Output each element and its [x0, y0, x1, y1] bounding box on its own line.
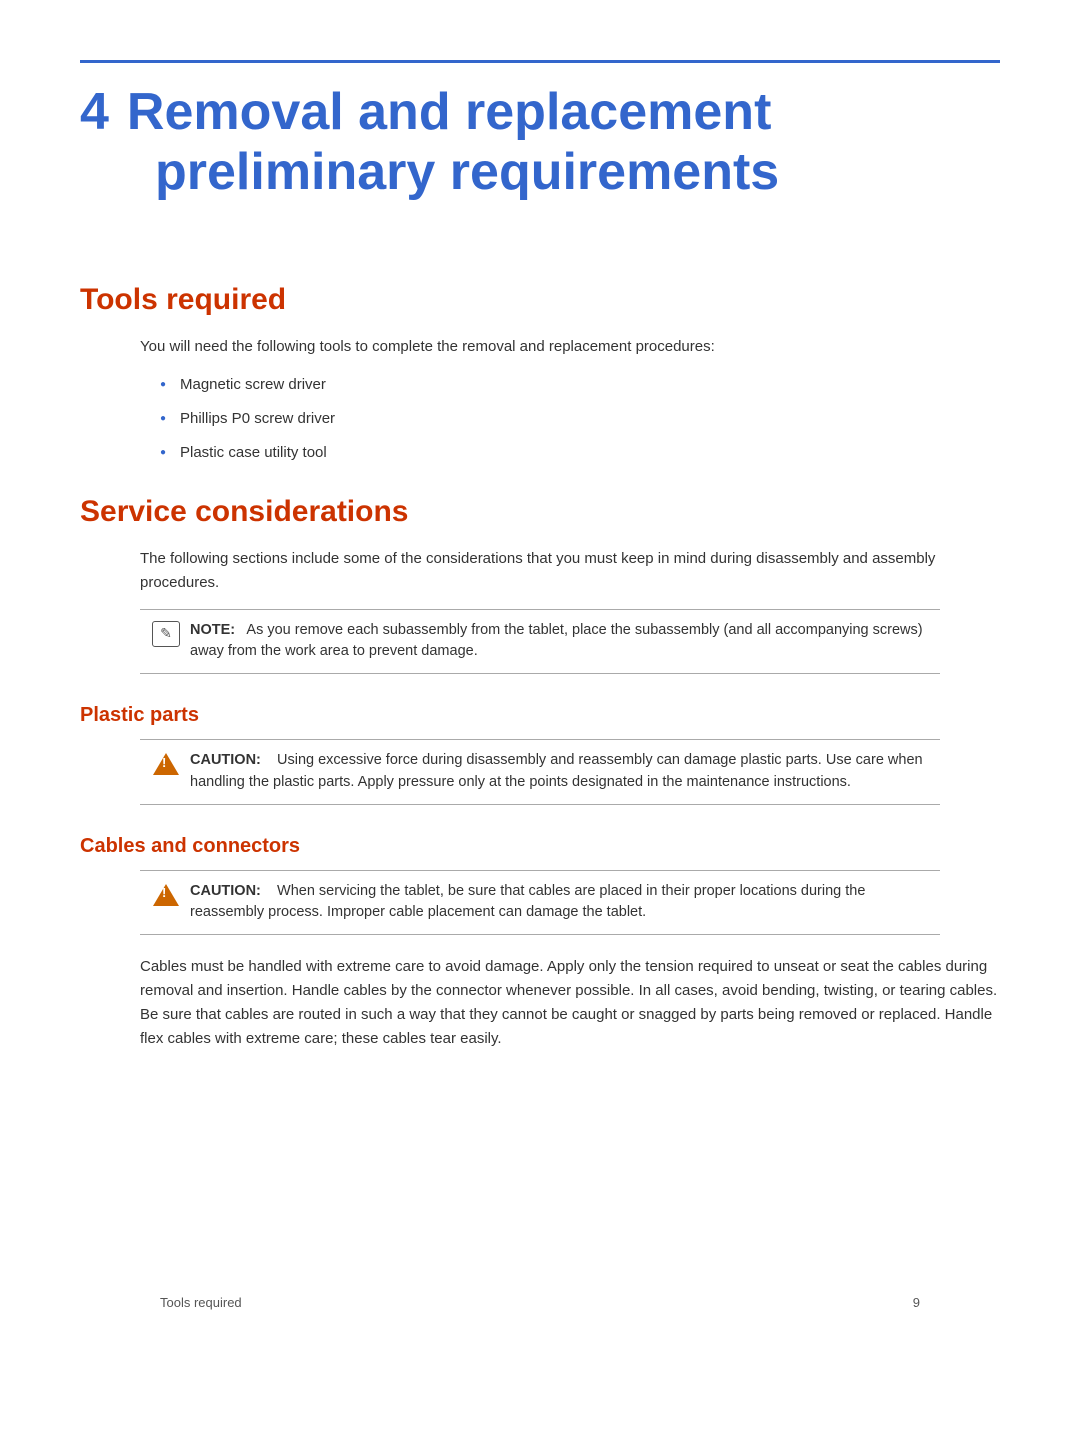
caution-triangle-icon-2 — [153, 884, 179, 906]
note-text: As you remove each subassembly from the … — [190, 622, 923, 660]
caution-text: Using excessive force during disassembly… — [190, 752, 923, 790]
caution-content: CAUTION: Using excessive force during di… — [190, 750, 928, 794]
tools-required-section: Tools required You will need the followi… — [80, 283, 1000, 465]
chapter-heading: 4Removal and replacement preliminary req… — [80, 83, 1000, 203]
footer-left: Tools required — [160, 1295, 242, 1310]
list-item: Magnetic screw driver — [160, 373, 1000, 397]
service-considerations-intro: The following sections include some of t… — [140, 547, 1000, 595]
caution-icon-2 — [152, 882, 180, 908]
cables-caution-label: CAUTION: — [190, 883, 261, 899]
plastic-parts-heading: Plastic parts — [80, 704, 1000, 727]
cables-caution-box: CAUTION: When servicing the tablet, be s… — [140, 870, 940, 936]
page-number: 9 — [913, 1295, 920, 1310]
plastic-parts-section: Plastic parts CAUTION: Using excessive f… — [80, 704, 1000, 805]
top-rule — [80, 60, 1000, 63]
cables-body-text: Cables must be handled with extreme care… — [140, 955, 1000, 1051]
tools-required-heading: Tools required — [80, 283, 1000, 317]
note-label: NOTE: — [190, 622, 235, 638]
note-content: NOTE: As you remove each subassembly fro… — [190, 620, 928, 664]
service-considerations-heading: Service considerations — [80, 495, 1000, 529]
plastic-parts-caution-box: CAUTION: Using excessive force during di… — [140, 739, 940, 805]
cables-caution-text: When servicing the tablet, be sure that … — [190, 883, 865, 921]
note-box: NOTE: As you remove each subassembly fro… — [140, 609, 940, 675]
cables-connectors-heading: Cables and connectors — [80, 835, 1000, 858]
caution-label: CAUTION: — [190, 752, 261, 768]
tools-list: Magnetic screw driver Phillips P0 screw … — [160, 373, 1000, 465]
footer: Tools required 9 — [160, 1295, 920, 1310]
list-item: Phillips P0 screw driver — [160, 407, 1000, 431]
tools-required-intro: You will need the following tools to com… — [140, 335, 1000, 359]
chapter-number: 4 — [80, 83, 109, 141]
service-considerations-section: Service considerations The following sec… — [80, 495, 1000, 675]
caution-icon — [152, 751, 180, 777]
note-icon — [152, 621, 180, 647]
cables-caution-content: CAUTION: When servicing the tablet, be s… — [190, 881, 928, 925]
cables-connectors-section: Cables and connectors CAUTION: When serv… — [80, 835, 1000, 1052]
list-item: Plastic case utility tool — [160, 441, 1000, 465]
caution-triangle-icon — [153, 753, 179, 775]
